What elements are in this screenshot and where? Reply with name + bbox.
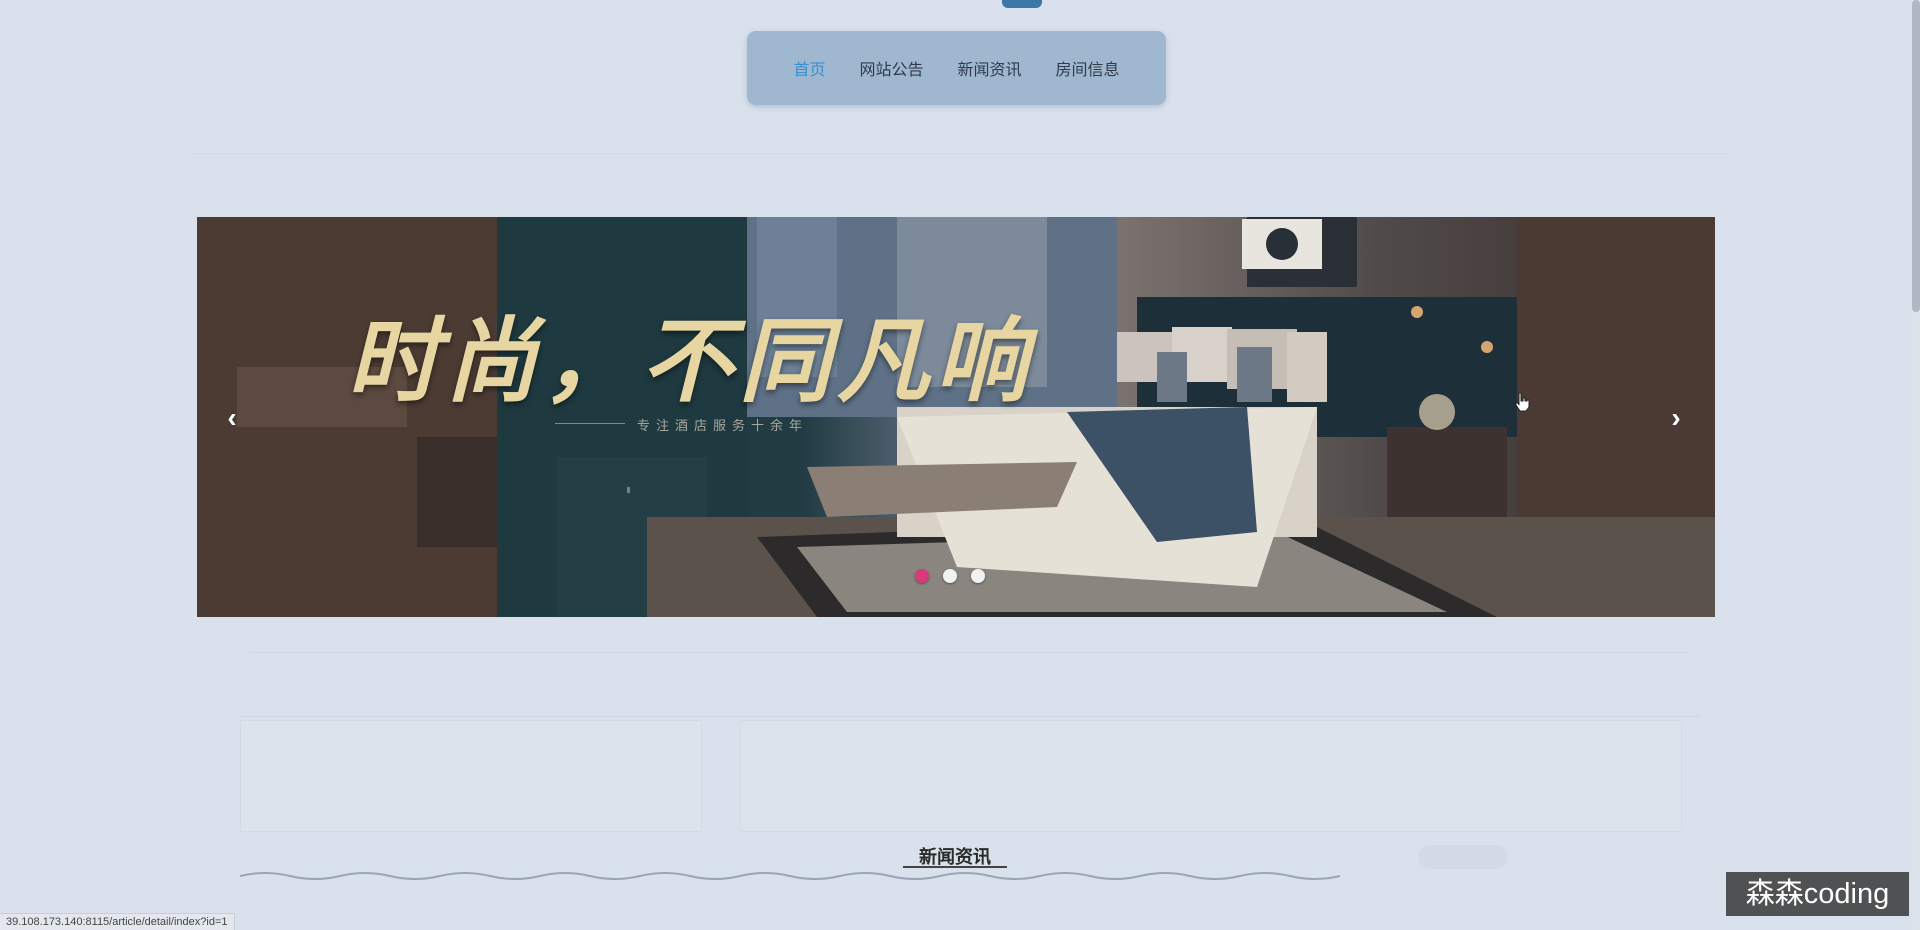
top-tab-fragment (1002, 0, 1042, 8)
content-card (740, 720, 1682, 832)
video-watermark: 森森coding (1726, 872, 1909, 916)
banner-divider (555, 423, 625, 424)
scrollbar-thumb[interactable] (1912, 0, 1920, 312)
page-scrollbar[interactable] (1912, 0, 1920, 930)
section-wave-divider (240, 872, 1340, 880)
nav-item-news[interactable]: 新闻资讯 (958, 56, 1022, 80)
banner-subtitle: 专注酒店服务十余年 (637, 418, 809, 433)
divider (240, 716, 1700, 717)
banner-carousel[interactable]: 时尚，不同凡响 专注酒店服务十余年 ‹ › (197, 217, 1715, 617)
content-card (240, 720, 702, 832)
logo-fragment (50, 0, 160, 4)
nav-item-home[interactable]: 首页 (793, 56, 825, 80)
carousel-dot-3[interactable] (971, 569, 985, 583)
divider (250, 652, 1690, 653)
main-nav: 首页 网站公告 新闻资讯 房间信息 (747, 31, 1166, 105)
nav-item-announcements[interactable]: 网站公告 (859, 56, 923, 80)
carousel-next-button[interactable]: › (1661, 400, 1691, 436)
banner-title: 时尚，不同凡响 (347, 307, 1034, 415)
divider (190, 153, 1730, 154)
nav-item-rooms[interactable]: 房间信息 (1056, 56, 1120, 80)
carousel-prev-button[interactable]: ‹ (217, 400, 247, 436)
carousel-dot-2[interactable] (943, 569, 957, 583)
chevron-right-icon: › (1671, 402, 1681, 433)
section-title-underline (903, 866, 1007, 868)
page: 首页 网站公告 新闻资讯 房间信息 时尚，不同凡响 专注酒店服务十余年 ‹ › … (0, 0, 1920, 930)
chevron-left-icon: ‹ (227, 402, 237, 433)
status-bar-url: 39.108.173.140:8115/article/detail/index… (0, 913, 235, 930)
more-button[interactable] (1418, 845, 1508, 869)
carousel-indicators (915, 569, 985, 583)
carousel-dot-1[interactable] (915, 569, 929, 583)
hand-cursor-icon (1515, 392, 1530, 412)
